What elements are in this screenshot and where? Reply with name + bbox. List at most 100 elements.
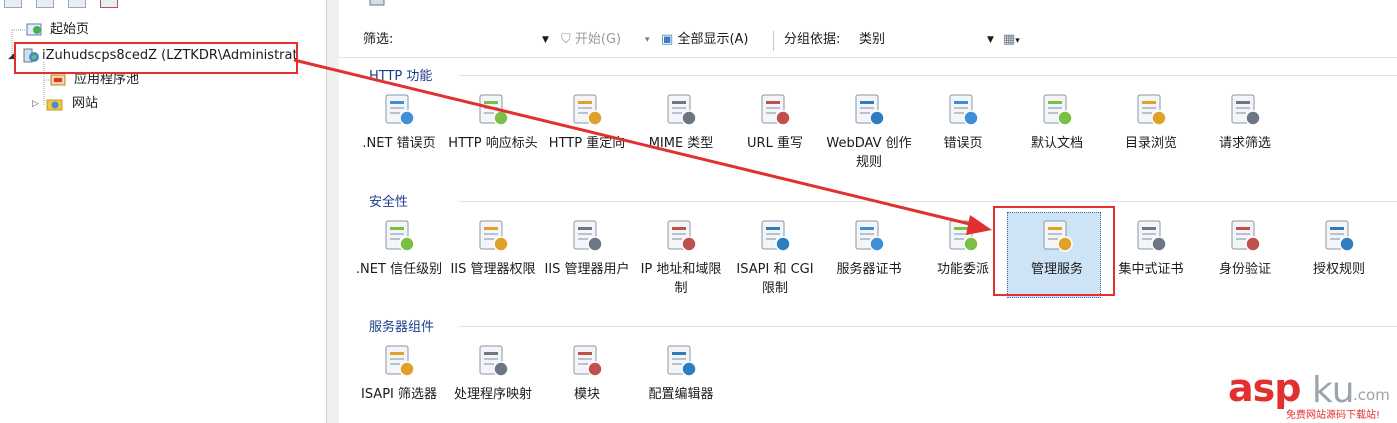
url-rewrite-icon	[761, 94, 791, 126]
feature-centralized-certificates[interactable]: 集中式证书	[1105, 218, 1197, 306]
group-divider	[459, 201, 1397, 202]
feature-label: .NET 错误页	[362, 136, 436, 151]
feature-mime-types[interactable]: MIME 类型	[635, 92, 727, 180]
feature-configuration-editor[interactable]: 配置编辑器	[635, 343, 727, 423]
feature-iis-manager-users[interactable]: IIS 管理器用户	[541, 218, 633, 306]
feature-default-document[interactable]: 默认文档	[1011, 92, 1103, 180]
feature-label: ISAPI 和 CGI 限制	[736, 262, 814, 296]
isapi-filters-icon	[385, 345, 415, 377]
authentication-icon	[1231, 220, 1261, 252]
feature-label: HTTP 响应标头	[448, 136, 538, 151]
feature-modules[interactable]: 模块	[541, 343, 633, 423]
watermark-asp: asp	[1228, 366, 1301, 410]
feature-view-icon	[369, 0, 385, 6]
group-header-server-components[interactable]: 服务器组件	[369, 316, 434, 335]
feature-error-pages[interactable]: 错误页	[917, 92, 1009, 180]
feature-label: 身份验证	[1218, 262, 1271, 277]
feature-authorization-rules[interactable]: 授权规则	[1293, 218, 1385, 306]
feature-request-filtering[interactable]: 请求筛选	[1199, 92, 1291, 180]
ip-restrictions-icon	[667, 220, 697, 252]
feature-label: URL 重写	[747, 136, 803, 151]
feature-trust-level[interactable]: .NET 信任级别	[353, 218, 445, 306]
feature-label: IP 地址和域限制	[640, 262, 722, 296]
feature-label: 集中式证书	[1118, 262, 1184, 277]
authorization-rules-icon	[1325, 220, 1355, 252]
view-grid-icon: ▦	[1003, 32, 1016, 47]
expand-icon[interactable]: ▷	[32, 93, 39, 115]
feature-iis-manager-permissions[interactable]: IIS 管理器权限	[447, 218, 539, 306]
pane-splitter[interactable]	[326, 0, 340, 423]
feature-delegation-icon	[949, 220, 979, 252]
feature-label: MIME 类型	[648, 136, 714, 151]
feature-label: IIS 管理器权限	[450, 262, 536, 277]
feature-isapi-filters[interactable]: ISAPI 筛选器	[353, 343, 445, 423]
feature-label: 默认文档	[1030, 136, 1083, 151]
feature-label: 授权规则	[1312, 262, 1365, 277]
default-document-icon	[1043, 94, 1073, 126]
webdav-icon	[855, 94, 885, 126]
iis-manager-permissions-icon	[479, 220, 509, 252]
handler-mappings-icon	[479, 345, 509, 377]
tree-item-label: 网站	[72, 96, 99, 111]
feature-label: 请求筛选	[1218, 136, 1271, 151]
feature-server-certificates[interactable]: 服务器证书	[823, 218, 915, 306]
modules-icon	[573, 345, 603, 377]
show-all-icon: ▣	[661, 32, 674, 47]
group-header-security[interactable]: 安全性	[369, 191, 408, 210]
feature-label: 目录浏览	[1124, 136, 1177, 151]
trust-level-icon	[385, 220, 415, 252]
feature-isapi-cgi[interactable]: ISAPI 和 CGI 限制	[729, 218, 821, 306]
configuration-editor-icon	[667, 345, 697, 377]
sites-folder-icon	[46, 99, 63, 111]
feature-label: 配置编辑器	[648, 387, 714, 402]
view-dropdown-icon: ▾	[1015, 36, 1020, 46]
feature-label: ISAPI 筛选器	[360, 387, 438, 402]
group-divider	[459, 326, 1397, 327]
mime-types-icon	[667, 94, 697, 126]
error-pages-icon	[949, 94, 979, 126]
request-filtering-icon	[1231, 94, 1261, 126]
group-divider	[459, 75, 1397, 76]
management-service-highlight-box	[993, 206, 1115, 296]
filter-bar: 筛选: ▼ ⛉ 开始(G) ▾ ▣ 全部显示(A) 分组依据: 类别 ▼ ▦▾	[339, 23, 1397, 58]
server-certificates-icon	[855, 220, 885, 252]
feature-url-rewrite[interactable]: URL 重写	[729, 92, 821, 180]
start-dropdown-icon[interactable]: ▾	[645, 31, 650, 49]
toolbar-separator	[773, 31, 774, 51]
feature-label: 模块	[573, 387, 600, 402]
connections-pane: 起始页 ◢ iZuhudscps8cedZ (LZTKDR\Administra…	[0, 0, 326, 423]
start-page-icon	[26, 23, 42, 36]
funnel-icon: ⛉	[561, 32, 571, 47]
feature-error-page-404[interactable]: .NET 错误页	[353, 92, 445, 180]
feature-label: WebDAV 创作规则	[826, 136, 912, 170]
feature-webdav[interactable]: WebDAV 创作规则	[823, 92, 915, 180]
filter-dropdown-icon[interactable]: ▼	[542, 31, 549, 49]
view-toggle-button[interactable]: ▦▾	[1003, 31, 1020, 50]
watermark-com: .com	[1353, 386, 1390, 404]
group-by-select[interactable]: 类别	[859, 31, 999, 49]
isapi-cgi-icon	[761, 220, 791, 252]
group-header-http[interactable]: HTTP 功能	[369, 65, 432, 84]
feature-handler-mappings[interactable]: 处理程序映射	[447, 343, 539, 423]
aspku-watermark: asp ku .com 免费网站源码下载站!	[1228, 366, 1393, 421]
show-all-button[interactable]: ▣ 全部显示(A)	[661, 31, 748, 49]
feature-label: .NET 信任级别	[355, 262, 443, 277]
group-by-dropdown-icon[interactable]: ▼	[987, 31, 994, 49]
feature-label: HTTP 重定向	[548, 136, 626, 151]
watermark-tagline: 免费网站源码下载站!	[1286, 410, 1381, 421]
feature-label: 错误页	[943, 136, 983, 151]
centralized-certificates-icon	[1137, 220, 1167, 252]
feature-label: 处理程序映射	[453, 387, 532, 402]
directory-browsing-icon	[1137, 94, 1167, 126]
http-response-headers-icon	[479, 94, 509, 126]
start-filter-button[interactable]: ⛉ 开始(G)	[561, 31, 621, 49]
group-by-label: 分组依据:	[784, 32, 841, 47]
feature-http-redirect[interactable]: HTTP 重定向	[541, 92, 633, 180]
feature-authentication[interactable]: 身份验证	[1199, 218, 1291, 306]
filter-label: 筛选:	[363, 32, 394, 47]
feature-ip-restrictions[interactable]: IP 地址和域限制	[635, 218, 727, 306]
feature-label: IIS 管理器用户	[544, 262, 630, 277]
feature-directory-browsing[interactable]: 目录浏览	[1105, 92, 1197, 180]
feature-http-response-headers[interactable]: HTTP 响应标头	[447, 92, 539, 180]
filter-input[interactable]	[403, 31, 548, 49]
